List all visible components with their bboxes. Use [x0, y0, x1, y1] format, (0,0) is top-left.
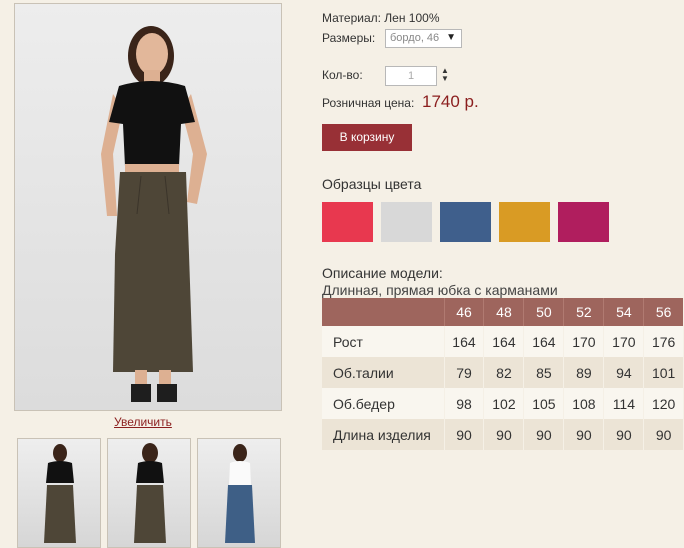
table-cell: 105	[523, 388, 564, 419]
thumbnail-2[interactable]	[107, 438, 191, 548]
color-swatch-mustard[interactable]	[499, 202, 550, 242]
table-cell: 79	[443, 357, 484, 388]
table-cell: 164	[483, 326, 524, 357]
table-row: Об.талии 79 82 85 89 94 101	[322, 357, 683, 388]
qty-label: Кол-во:	[322, 68, 363, 82]
row-label: Длина изделия	[322, 419, 444, 450]
table-cell: 170	[603, 326, 644, 357]
table-cell: 114	[603, 388, 644, 419]
thumbnail-figure	[225, 444, 255, 543]
table-cell: 94	[603, 357, 644, 388]
price-label: Розничная цена:	[322, 96, 415, 110]
price-value: 1740 р.	[422, 92, 479, 111]
table-cell: 98	[443, 388, 484, 419]
header-cell: 50	[523, 298, 564, 326]
description-subtitle: Длинная, прямая юбка с карманами	[322, 282, 558, 298]
table-row: Рост 164 164 164 170 170 176	[322, 326, 683, 357]
table-cell: 108	[563, 388, 604, 419]
header-cell: 52	[563, 298, 604, 326]
thumbnail-1[interactable]	[17, 438, 101, 548]
header-cell	[322, 298, 444, 326]
table-cell: 164	[443, 326, 484, 357]
description-title: Описание модели:	[322, 265, 443, 281]
size-select-value: бордо, 46	[390, 32, 440, 44]
table-cell: 90	[443, 419, 484, 450]
table-cell: 101	[643, 357, 683, 388]
row-label: Рост	[322, 326, 444, 357]
add-to-cart-button[interactable]: В корзину	[322, 124, 412, 151]
table-cell: 90	[643, 419, 683, 450]
header-cell: 56	[643, 298, 683, 326]
table-cell: 90	[603, 419, 644, 450]
table-cell: 176	[643, 326, 683, 357]
table-cell: 89	[563, 357, 604, 388]
table-cell: 85	[523, 357, 564, 388]
size-select[interactable]: бордо, 46 ▼	[385, 29, 462, 48]
table-row: Об.бедер 98 102 105 108 114 120	[322, 388, 683, 419]
table-cell: 120	[643, 388, 683, 419]
color-samples-title: Образцы цвета	[322, 176, 422, 192]
table-cell: 102	[483, 388, 524, 419]
dropdown-arrow-icon: ▼	[446, 32, 456, 43]
table-cell: 90	[523, 419, 564, 450]
thumbnail-figure	[44, 444, 76, 543]
header-cell: 46	[443, 298, 484, 326]
header-cell: 48	[483, 298, 524, 326]
quantity-stepper[interactable]: ▲ ▼	[441, 67, 451, 85]
row-label: Об.бедер	[322, 388, 444, 419]
table-cell: 82	[483, 357, 524, 388]
header-cell: 54	[603, 298, 644, 326]
zoom-link[interactable]: Увеличить	[114, 415, 172, 429]
model-figure	[101, 26, 207, 402]
color-swatch-raspberry[interactable]	[558, 202, 609, 242]
row-label: Об.талии	[322, 357, 444, 388]
table-cell: 170	[563, 326, 604, 357]
size-table-header: 46 48 50 52 54 56	[322, 298, 683, 326]
table-cell: 90	[563, 419, 604, 450]
main-product-photo[interactable]	[14, 3, 282, 411]
color-swatch-grey[interactable]	[381, 202, 432, 242]
table-cell: 90	[483, 419, 524, 450]
color-swatch-red[interactable]	[322, 202, 373, 242]
stepper-down-icon[interactable]: ▼	[441, 75, 451, 83]
sizes-label: Размеры:	[322, 31, 376, 45]
color-swatch-blue[interactable]	[440, 202, 491, 242]
table-row: Длина изделия 90 90 90 90 90 90	[322, 419, 683, 450]
quantity-input[interactable]: 1	[385, 66, 437, 86]
size-table: 46 48 50 52 54 56 Рост 164 164 164 170 1…	[322, 298, 683, 450]
material-info: Материал: Лен 100%	[322, 11, 440, 25]
thumbnail-figure	[134, 443, 166, 543]
thumbnail-3[interactable]	[197, 438, 281, 548]
table-cell: 164	[523, 326, 564, 357]
